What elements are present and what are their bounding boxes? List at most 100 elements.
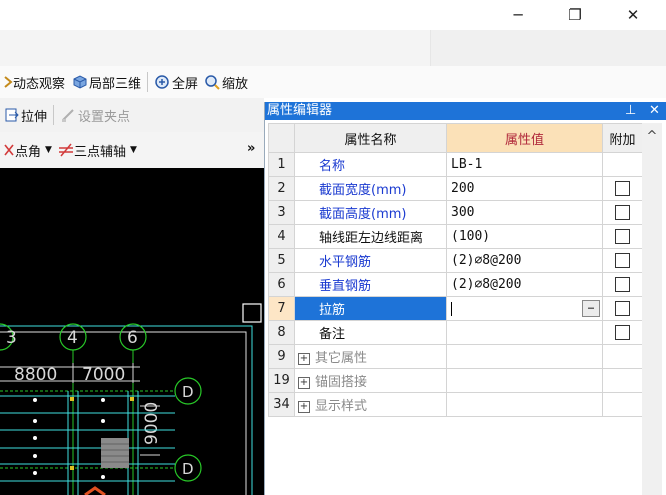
column-header-value[interactable]: 属性值 xyxy=(446,123,603,153)
vertical-scrollbar[interactable]: ^ xyxy=(642,123,662,495)
property-value[interactable] xyxy=(446,320,603,345)
rownum-header xyxy=(268,123,295,153)
property-value-editor[interactable]: … xyxy=(446,296,603,321)
group-name: 显示样式 xyxy=(315,399,368,414)
ribbon-area xyxy=(0,30,666,66)
cube-3d-icon xyxy=(73,75,87,89)
row-number: 3 xyxy=(268,200,295,225)
group-row[interactable]: 34 + 显示样式 xyxy=(268,392,643,417)
table-row-selected[interactable]: 7 拉筋 … xyxy=(268,296,643,321)
table-row[interactable]: 2 截面宽度(mm) 200 xyxy=(268,176,643,201)
property-name: 截面高度(mm) xyxy=(294,200,447,225)
three-point-axis-button[interactable]: 三点辅轴 ▼ xyxy=(55,138,140,162)
property-value[interactable]: LB-1 xyxy=(446,152,603,177)
toolbar-overflow-button[interactable]: » xyxy=(244,136,258,160)
attach-checkbox[interactable] xyxy=(615,205,630,220)
pin-icon[interactable]: ⊥ xyxy=(625,102,636,120)
table-row[interactable]: 1 名称 LB-1 xyxy=(268,152,643,177)
three-point-axis-icon xyxy=(58,143,73,157)
property-value[interactable]: (2)⌀8@200 xyxy=(446,272,603,297)
expand-icon[interactable]: + xyxy=(298,376,310,389)
fullscreen-button[interactable]: 全屏 xyxy=(151,70,201,94)
axis-toolbar: 点角 ▼ 三点辅轴 ▼ » xyxy=(0,132,264,168)
group-name: 锚固搭接 xyxy=(315,375,368,390)
panel-close-icon[interactable]: ✕ xyxy=(649,102,660,120)
attach-cell xyxy=(602,152,643,177)
row-number: 1 xyxy=(268,152,295,177)
group-row[interactable]: 9 + 其它属性 xyxy=(268,344,643,369)
fullscreen-label: 全屏 xyxy=(172,76,199,92)
orbit-icon xyxy=(4,76,13,88)
expand-icon[interactable]: + xyxy=(298,352,310,365)
toolbar-divider xyxy=(147,72,149,92)
property-name: 拉筋 xyxy=(294,296,447,321)
property-value[interactable]: 300 xyxy=(446,200,603,225)
maximize-icon: ❐ xyxy=(568,6,582,24)
row-number: 9 xyxy=(268,344,295,369)
three-point-axis-label: 三点辅轴 xyxy=(73,144,126,160)
column-header-attach[interactable]: 附加 xyxy=(602,123,643,153)
property-name: 截面宽度(mm) xyxy=(294,176,447,201)
maximize-button[interactable]: ❐ xyxy=(553,0,597,30)
dimension-7000: 7000 xyxy=(82,365,125,385)
chevron-down-icon[interactable]: ▼ xyxy=(45,145,52,155)
row-number: 8 xyxy=(268,320,295,345)
stretch-button[interactable]: 拉伸 xyxy=(0,103,50,127)
cad-drawing: 3 4 6 D D 8800 7000 9000 xyxy=(0,303,262,495)
property-name: 备注 xyxy=(294,320,447,345)
attach-checkbox[interactable] xyxy=(615,253,630,268)
axis-label-3: 3 xyxy=(6,328,17,348)
ellipsis-button[interactable]: … xyxy=(582,300,600,317)
table-row[interactable]: 4 轴线距左边线距离 (100) xyxy=(268,224,643,249)
ribbon-right-area xyxy=(430,30,666,66)
group-row[interactable]: 19 + 锚固搭接 xyxy=(268,368,643,393)
property-editor-title-bar: 属性编辑器 ⊥ ✕ xyxy=(265,102,666,120)
zoom-icon xyxy=(205,75,220,90)
dynamic-view-button[interactable]: 动态观察 xyxy=(0,70,68,94)
set-grip-button[interactable]: 设置夹点 xyxy=(57,103,133,127)
row-number: 34 xyxy=(268,392,295,417)
attach-checkbox[interactable] xyxy=(615,229,630,244)
set-grip-label: 设置夹点 xyxy=(78,109,131,125)
point-angle-icon xyxy=(4,144,14,156)
point-angle-label: 点角 xyxy=(15,144,42,160)
property-grid: 属性名称 属性值 附加 1 名称 LB-1 2 截面宽度(mm) 200 3 截… xyxy=(268,123,643,417)
table-row[interactable]: 3 截面高度(mm) 300 xyxy=(268,200,643,225)
property-grid-header: 属性名称 属性值 附加 xyxy=(268,123,643,153)
chevron-down-icon[interactable]: ▼ xyxy=(130,145,137,155)
property-value[interactable]: (2)⌀8@200 xyxy=(446,248,603,273)
column-hatch xyxy=(101,438,129,468)
row-number: 4 xyxy=(268,224,295,249)
dynamic-view-label: 动态观察 xyxy=(13,76,66,92)
table-row[interactable]: 6 垂直钢筋 (2)⌀8@200 xyxy=(268,272,643,297)
close-button[interactable]: ✕ xyxy=(611,0,655,30)
property-editor-title: 属性编辑器 xyxy=(267,103,333,118)
drawing-canvas[interactable]: 3 4 6 D D 8800 7000 9000 xyxy=(0,168,264,495)
local-3d-label: 局部三维 xyxy=(89,76,142,92)
column-header-name[interactable]: 属性名称 xyxy=(294,123,447,153)
table-row[interactable]: 5 水平钢筋 (2)⌀8@200 xyxy=(268,248,643,273)
attach-checkbox[interactable] xyxy=(615,301,630,316)
scroll-up-icon[interactable]: ^ xyxy=(642,129,662,144)
dimension-8800: 8800 xyxy=(14,365,57,385)
attach-checkbox[interactable] xyxy=(615,325,630,340)
row-number: 5 xyxy=(268,248,295,273)
property-value[interactable]: (100) xyxy=(446,224,603,249)
zoom-button[interactable]: 缩放 xyxy=(201,70,251,94)
local-3d-button[interactable]: 局部三维 xyxy=(68,70,144,94)
minimize-button[interactable]: ─ xyxy=(496,0,540,30)
view-toolbar: 动态观察 局部三维 全屏 缩放 xyxy=(0,66,666,98)
edit-toolbar: 拉伸 设置夹点 xyxy=(0,98,264,132)
axis-label-6: 6 xyxy=(127,328,138,348)
property-value[interactable]: 200 xyxy=(446,176,603,201)
point-angle-button[interactable]: 点角 ▼ xyxy=(0,138,55,162)
attach-checkbox[interactable] xyxy=(615,277,630,292)
title-bar: ─ ❐ ✕ xyxy=(0,0,666,30)
stretch-label: 拉伸 xyxy=(21,109,48,125)
expand-icon[interactable]: + xyxy=(298,400,310,413)
property-name: 名称 xyxy=(294,152,447,177)
attach-checkbox[interactable] xyxy=(615,181,630,196)
zoom-label: 缩放 xyxy=(222,76,249,92)
table-row[interactable]: 8 备注 xyxy=(268,320,643,345)
row-number: 7 xyxy=(268,296,295,321)
